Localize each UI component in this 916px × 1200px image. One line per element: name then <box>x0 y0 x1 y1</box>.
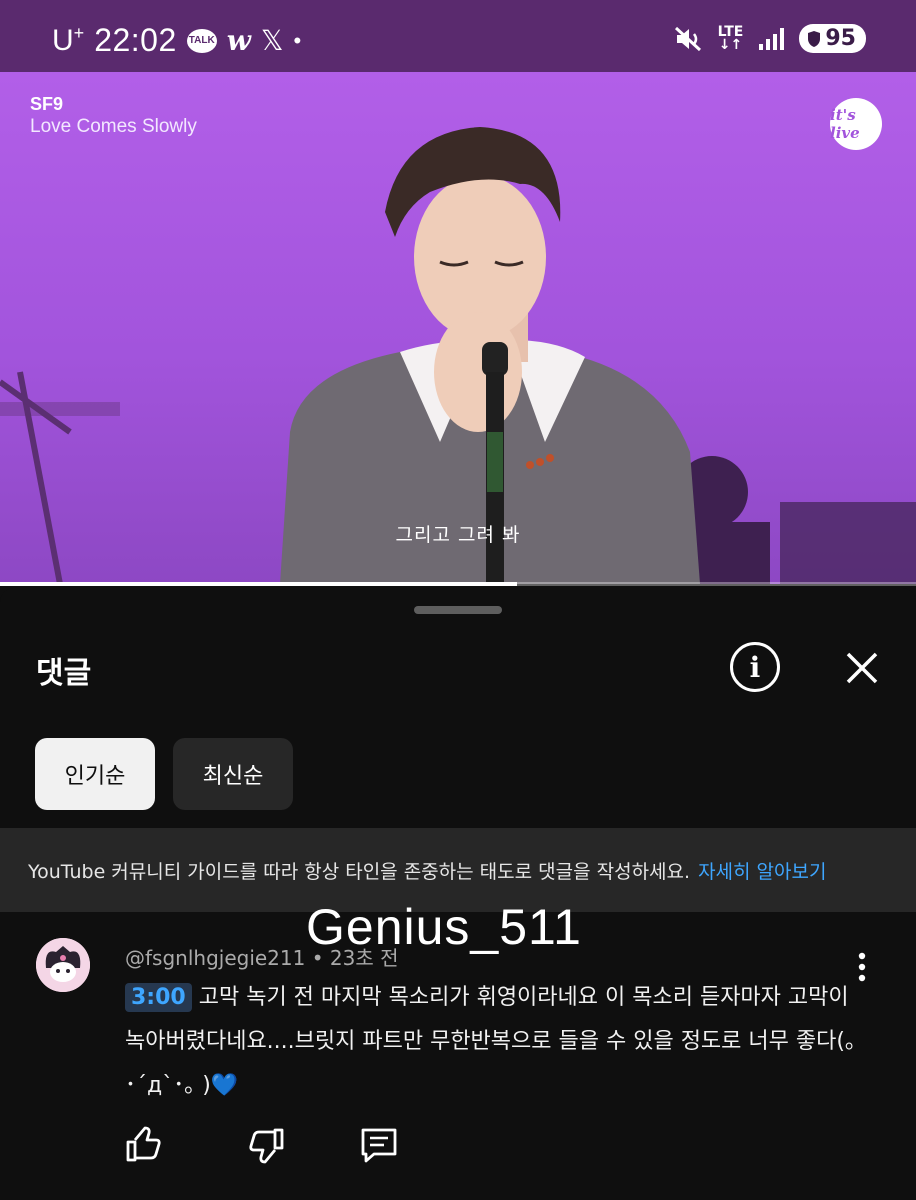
comment-timestamp-link[interactable]: 3:00 <box>125 983 192 1012</box>
channel-logo: it's live <box>830 98 882 150</box>
avatar[interactable] <box>36 938 90 992</box>
sort-chip-top[interactable]: 인기순 <box>35 738 155 810</box>
mute-icon <box>674 26 701 51</box>
clock: 22:02 <box>94 22 177 58</box>
sheet-title: 댓글 <box>36 656 92 691</box>
watermark-text: Genius_511 <box>306 899 582 955</box>
reply-icon[interactable] <box>358 1124 400 1166</box>
dislike-icon[interactable] <box>246 1124 288 1166</box>
w-app-icon: w <box>226 24 251 57</box>
comment-text: 고막 녹기 전 마지막 목소리가 휘영이라네요 이 목소리 듣자마자 고막이 녹… <box>125 985 856 1098</box>
carrier-label: U+ <box>52 23 85 57</box>
video-progress-bar[interactable] <box>0 582 916 586</box>
comments-sheet: 댓글 i 인기순 최신순 YouTube 커뮤니티 가이드를 따라 항상 타인을… <box>0 588 916 1200</box>
learn-more-link[interactable]: 자세히 알아보기 <box>698 857 826 884</box>
like-icon[interactable] <box>122 1124 164 1166</box>
video-progress-fill <box>0 582 517 586</box>
comment-author[interactable]: @fsgnlhgjegie211 <box>125 946 305 970</box>
video-subtitle: 그리고 그려 봐 <box>395 524 521 546</box>
drag-handle[interactable] <box>414 606 502 614</box>
video-artist-label: SF9 <box>30 94 64 114</box>
battery-indicator: 95 <box>799 24 866 53</box>
info-icon: i <box>749 650 761 684</box>
kuromi-avatar-icon <box>36 938 90 992</box>
sort-chip-newest[interactable]: 최신순 <box>173 738 293 810</box>
more-vert-icon[interactable] <box>850 950 874 984</box>
x-app-icon: 𝕏 <box>260 25 284 56</box>
guideline-text: YouTube 커뮤니티 가이드를 따라 항상 타인을 존중하는 태도로 댓글을… <box>28 860 691 883</box>
more-notifications-icon: • <box>293 27 302 53</box>
close-icon[interactable] <box>838 644 886 692</box>
comment-body: 3:00 고막 녹기 전 마지막 목소리가 휘영이라네요 이 목소리 듣자마자 … <box>125 976 865 1108</box>
video-player[interactable]: SF9 Love Comes Slowly it's live 그리고 그려 봐 <box>0 72 916 584</box>
video-frame <box>0 127 916 584</box>
signal-icon <box>759 27 785 50</box>
shield-icon <box>808 30 821 47</box>
status-bar: U+ 22:02 TALK w 𝕏 • LTE ↓↑ 95 <box>0 0 916 72</box>
kakaotalk-icon: TALK <box>186 28 217 53</box>
video-song-title: Love Comes Slowly <box>30 116 197 137</box>
info-button[interactable]: i <box>730 642 780 692</box>
lte-icon: LTE ↓↑ <box>717 23 744 53</box>
